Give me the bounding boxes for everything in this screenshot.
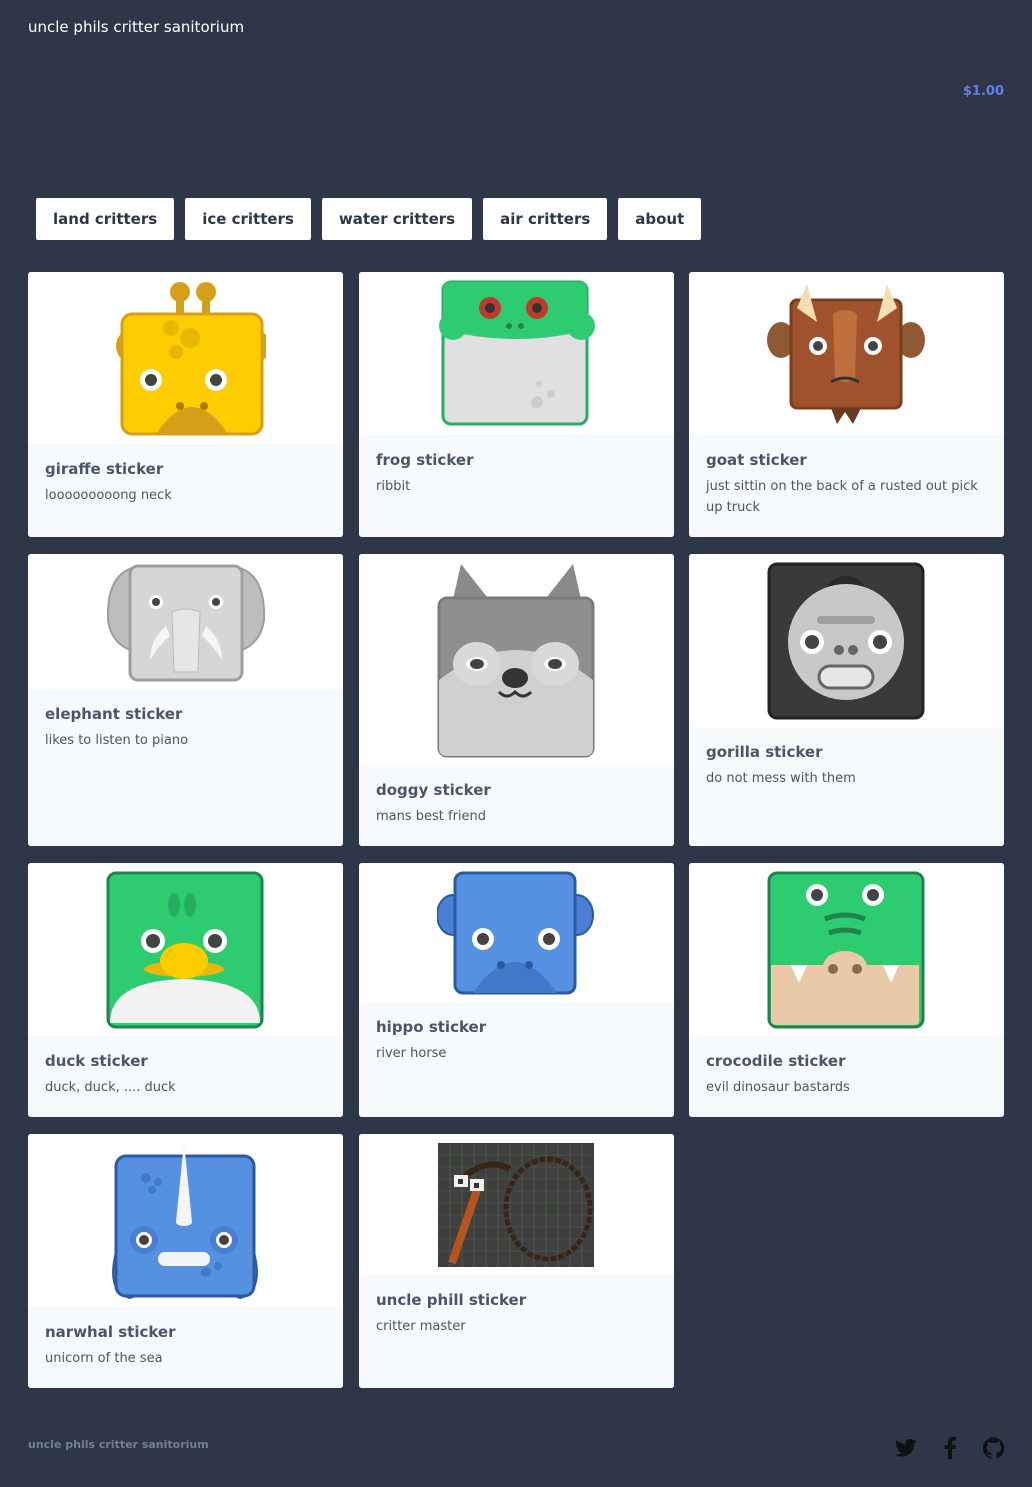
product-card-giraffe[interactable]: giraffe sticker looooooooong neck <box>28 272 343 537</box>
product-name: doggy sticker <box>376 781 491 799</box>
nav-water-critters[interactable]: water critters <box>321 198 473 240</box>
product-description: duck, duck, .... duck <box>45 1080 176 1095</box>
product-name: hippo sticker <box>376 1018 487 1036</box>
product-card-hippo[interactable]: hippo sticker river horse <box>359 863 674 1117</box>
product-name: giraffe sticker <box>45 460 164 478</box>
product-name: frog sticker <box>376 451 474 469</box>
elephant-icon <box>106 564 266 682</box>
product-card-narwhal[interactable]: narwhal sticker unicorn of the sea <box>28 1134 343 1388</box>
product-card-duck[interactable]: duck sticker duck, duck, .... duck <box>28 863 343 1117</box>
product-description: looooooooong neck <box>45 488 172 503</box>
duck-icon <box>106 871 264 1029</box>
nav-air-critters[interactable]: air critters <box>483 198 608 240</box>
product-description: just sittin on the back of a rusted out … <box>706 479 978 515</box>
product-card-doggy[interactable]: doggy sticker mans best friend <box>359 554 674 846</box>
narwhal-icon <box>112 1142 258 1300</box>
nav-about[interactable]: about <box>618 198 702 240</box>
product-description: evil dinosaur bastards <box>706 1080 850 1095</box>
twitter-icon[interactable] <box>894 1436 918 1460</box>
crocodile-icon <box>767 871 925 1029</box>
uncle-phill-pixel-art <box>438 1143 594 1267</box>
product-card-goat[interactable]: goat sticker just sittin on the back of … <box>689 272 1004 537</box>
product-name: narwhal sticker <box>45 1323 176 1341</box>
github-icon[interactable] <box>982 1436 1006 1460</box>
product-card-uncle-phill[interactable]: uncle phill sticker critter master <box>359 1134 674 1388</box>
product-card-gorilla[interactable]: gorilla sticker do not mess with them <box>689 554 1004 846</box>
product-description: do not mess with them <box>706 771 856 786</box>
hippo-icon <box>437 871 594 995</box>
product-name: duck sticker <box>45 1052 148 1070</box>
facebook-icon[interactable] <box>938 1436 962 1460</box>
product-description: unicorn of the sea <box>45 1351 163 1366</box>
cart-total[interactable]: $1.00 <box>963 84 1004 99</box>
product-description: ribbit <box>376 479 411 494</box>
category-nav: land critters ice critters water critter… <box>36 198 702 240</box>
dog-icon <box>437 564 595 758</box>
nav-ice-critters[interactable]: ice critters <box>185 198 311 240</box>
product-description: mans best friend <box>376 809 487 824</box>
giraffe-icon <box>116 282 266 436</box>
nav-land-critters[interactable]: land critters <box>36 198 175 240</box>
product-description: likes to listen to piano <box>45 733 189 748</box>
product-name: goat sticker <box>706 451 807 469</box>
gorilla-icon <box>767 562 925 720</box>
footer-title: uncle phils critter sanitorium <box>28 1438 209 1451</box>
product-name: gorilla sticker <box>706 743 823 761</box>
product-description: critter master <box>376 1319 466 1334</box>
product-name: elephant sticker <box>45 705 183 723</box>
product-description: river horse <box>376 1046 447 1061</box>
frog-icon <box>439 280 595 426</box>
product-card-frog[interactable]: frog sticker ribbit <box>359 272 674 537</box>
goat-icon <box>767 284 925 424</box>
product-card-elephant[interactable]: elephant sticker likes to listen to pian… <box>28 554 343 846</box>
product-name: crocodile sticker <box>706 1052 846 1070</box>
product-name: uncle phill sticker <box>376 1291 527 1309</box>
site-title[interactable]: uncle phils critter sanitorium <box>28 18 244 36</box>
product-card-crocodile[interactable]: crocodile sticker evil dinosaur bastards <box>689 863 1004 1117</box>
